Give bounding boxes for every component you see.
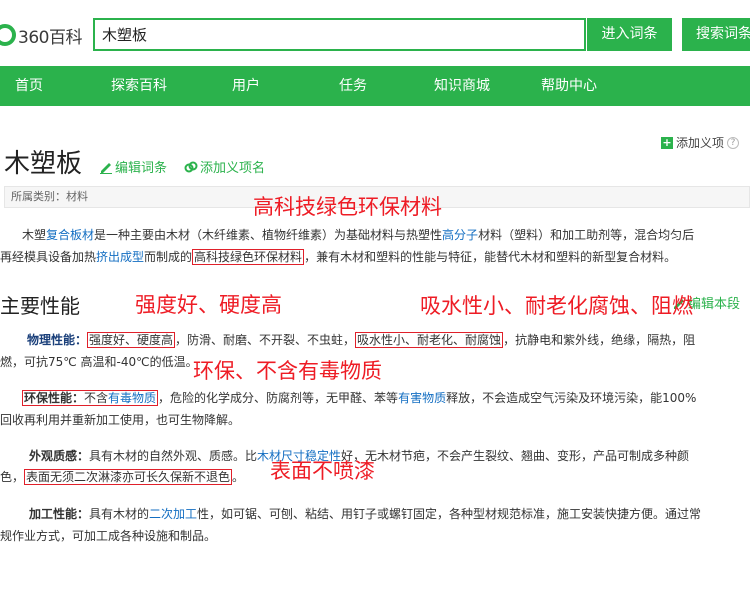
env-line-2: 回收再利用并重新加工使用，也可生物降解。 — [0, 413, 241, 427]
link-polymer[interactable]: 高分子 — [442, 228, 478, 242]
link-composite-board[interactable]: 复合板材 — [46, 228, 94, 242]
site-logo[interactable]: 360百科 — [0, 22, 82, 48]
add-meaning-label: 添加义项 — [676, 136, 725, 150]
logo-ring-icon — [0, 24, 16, 46]
intro-line-1: 木塑复合板材是一种主要由木材（木纤维素、植物纤维素）为基础材料与热塑性高分子材料… — [22, 228, 695, 242]
highlight-box-env: 环保性能：不含有毒物质 — [22, 390, 159, 406]
edit-section-label: 编辑本段 — [688, 297, 741, 312]
highlight-box-green-material: 高科技绿色环保材料 — [192, 249, 305, 265]
annotation-strength: 强度好、硬度高 — [135, 293, 282, 317]
link-harmful[interactable]: 有害物质 — [398, 391, 446, 405]
env-line-1: 环保性能：不含有毒物质 ，危险的化学成分、防腐剂等，无甲醛、苯等有害物质释放，不会… — [22, 390, 697, 406]
appearance-line-2: 色， 表面无须二次淋漆亦可长久保新不退色。 — [0, 469, 245, 485]
highlight-box-surface: 表面无须二次淋漆亦可长久保新不退色 — [24, 469, 233, 485]
physical-line-2: 燃，可抗75℃ 高温和-40℃的低温。 — [0, 355, 198, 369]
intro-line-2: 再经模具设备加热挤出成型而制成的 高科技绿色环保材料 ，兼有木材和塑料的性能与特征，… — [0, 249, 677, 265]
highlight-box-water: 吸水性小、耐老化、耐腐蚀 — [355, 332, 504, 348]
link-icon — [184, 161, 198, 172]
nav-task[interactable]: 任务 — [339, 66, 367, 106]
logo-text: 360百科 — [18, 27, 82, 48]
enter-entry-button[interactable]: 进入词条 — [587, 18, 672, 51]
annotation-surface: 表面不喷漆 — [270, 459, 375, 483]
plus-icon: + — [661, 135, 673, 149]
add-meaning-link[interactable]: + 添加义项 ? — [661, 134, 740, 151]
annotation-env: 环保、不含有毒物质 — [193, 359, 382, 383]
section-title: 主要性能 — [0, 294, 80, 318]
processing-line-2: 规作业方式，可加工成各种设施和制品。 — [0, 529, 217, 543]
edit-entry-link[interactable]: 编辑词条 — [99, 157, 167, 176]
physical-label: 物理性能： — [27, 333, 88, 347]
main-nav: 首页 探索百科 用户 任务 知识商城 帮助中心 — [0, 66, 750, 106]
add-name-link[interactable]: 添加义项名 — [184, 157, 265, 176]
edit-entry-label: 编辑词条 — [115, 161, 168, 176]
nav-help[interactable]: 帮助中心 — [541, 66, 597, 106]
search-input[interactable] — [93, 18, 586, 51]
physical-line-1: 物理性能： 强度好、硬度高 ，防滑、耐磨、不开裂、不虫蛀， 吸水性小、耐老化、耐腐蚀，… — [27, 332, 696, 348]
link-toxic[interactable]: 有毒物质 — [108, 391, 156, 405]
nav-home[interactable]: 首页 — [15, 66, 43, 106]
question-icon: ? — [727, 136, 740, 149]
link-secondary[interactable]: 二次加工 — [149, 507, 197, 521]
annotation-green-material: 高科技绿色环保材料 — [253, 195, 442, 219]
link-extrusion[interactable]: 挤出成型 — [96, 250, 144, 264]
page-title: 木塑板 — [4, 149, 83, 179]
highlight-box-strength: 强度好、硬度高 — [87, 332, 176, 348]
annotation-water: 吸水性小、耐老化腐蚀、阻燃 — [420, 294, 693, 318]
nav-shop[interactable]: 知识商城 — [434, 66, 490, 106]
nav-explore[interactable]: 探索百科 — [111, 66, 167, 106]
add-name-label: 添加义项名 — [200, 161, 266, 176]
processing-line-1: 加工性能：具有木材的二次加工性，如可锯、可刨、粘结、用钉子或螺钉固定，各种型材规… — [29, 507, 702, 521]
pencil-icon — [100, 162, 112, 174]
top-bar: 360百科 进入词条 搜索词条 — [0, 0, 750, 66]
search-entry-button[interactable]: 搜索词条 — [682, 18, 750, 51]
nav-user[interactable]: 用户 — [232, 66, 260, 106]
